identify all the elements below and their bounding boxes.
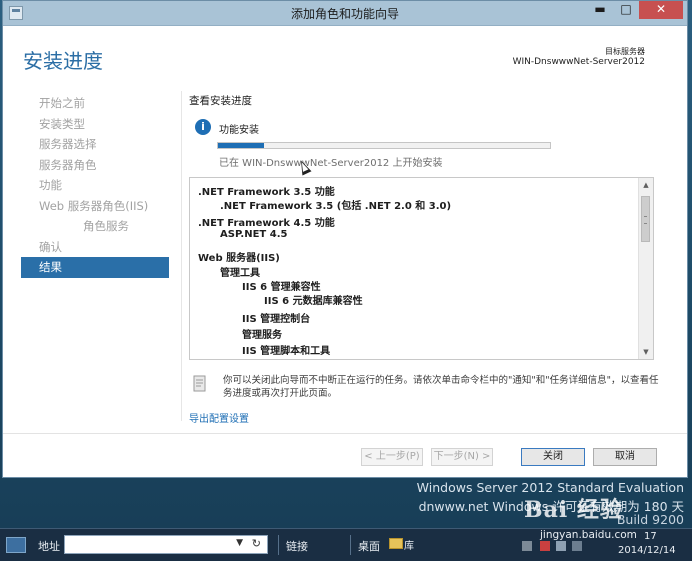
- baidu-jingyan-logo: Bai 经验: [524, 497, 623, 523]
- wizard-nav: 开始之前 安装类型 服务器选择 服务器角色 功能 Web 服务器角色(IIS) 角色服务 确认…: [21, 93, 169, 278]
- results-scrollbar[interactable]: ▲ ▼: [638, 178, 653, 359]
- nav-item[interactable]: Web 服务器角色(IIS): [21, 196, 169, 217]
- scroll-thumb[interactable]: [641, 196, 650, 242]
- tray-keyboard-icon[interactable]: [572, 541, 582, 551]
- taskbar-separator: [350, 535, 351, 555]
- result-item: ASP.NET 4.5: [220, 229, 288, 240]
- nav-item[interactable]: 安装类型: [21, 114, 169, 135]
- result-item: 管理工具: [220, 268, 260, 279]
- address-toolbar-label: 地址: [38, 540, 60, 553]
- wizard-window: 添加角色和功能向导 ▬ □ ✕ 安装进度 目标服务器 WIN-DnswwwNet…: [2, 0, 688, 478]
- folder-icon[interactable]: [389, 538, 403, 549]
- results-list[interactable]: ▲ ▼ .NET Framework 3.5 功能 .NET Framework …: [189, 177, 654, 360]
- tray-volume-icon[interactable]: [556, 541, 566, 551]
- close-window-button[interactable]: ✕: [639, 1, 683, 19]
- nav-item[interactable]: 服务器角色: [21, 155, 169, 176]
- progress-fill: [218, 143, 265, 148]
- clock-time[interactable]: 17: [644, 531, 657, 542]
- footer-divider: [3, 433, 687, 434]
- install-status-text: 已在 WIN-DnswwwNet-Server2012 上开始安装: [219, 158, 443, 169]
- desktop-watermark-build: Build 9200: [616, 512, 684, 527]
- page-title: 安装进度: [23, 49, 103, 73]
- install-progress-bar: [217, 142, 551, 149]
- close-button[interactable]: 关闭: [521, 448, 585, 466]
- desktop-toolbar-label[interactable]: 桌面: [358, 538, 380, 554]
- refresh-icon[interactable]: ↻: [252, 537, 261, 550]
- tray-network-icon[interactable]: [522, 541, 532, 551]
- nav-item[interactable]: 开始之前: [21, 93, 169, 114]
- scroll-down-icon[interactable]: ▼: [639, 345, 653, 359]
- result-item: IIS 管理控制台: [242, 314, 311, 325]
- info-icon: i: [195, 119, 211, 135]
- nav-divider: [181, 91, 182, 421]
- taskbar: 地址 ▼ ↻ 链接 桌面 库 jingyan.baidu.com 17 2014…: [0, 528, 692, 561]
- result-item: 管理服务: [242, 330, 282, 341]
- scroll-up-icon[interactable]: ▲: [639, 178, 653, 192]
- note-icon: [193, 375, 206, 392]
- nav-item[interactable]: 功能: [21, 175, 169, 196]
- clock-date[interactable]: 2014/12/14: [618, 545, 676, 556]
- result-item: IIS 6 管理兼容性: [242, 282, 321, 293]
- taskbar-separator: [278, 535, 279, 555]
- section-heading: 查看安装进度: [189, 95, 252, 107]
- nav-item[interactable]: 角色服务: [21, 216, 169, 237]
- library-label[interactable]: 库: [404, 537, 414, 552]
- window-title: 添加角色和功能向导: [290, 7, 399, 21]
- background-task-note: 你可以关闭此向导而不中断正在运行的任务。请依次单击命令栏中的"通知"和"任务详细…: [223, 375, 659, 399]
- chevron-down-icon[interactable]: ▼: [236, 538, 243, 548]
- result-item: .NET Framework 4.5 功能: [198, 218, 335, 229]
- export-config-link[interactable]: 导出配置设置: [189, 410, 249, 425]
- result-item: IIS 管理脚本和工具: [242, 346, 331, 357]
- minimize-button[interactable]: ▬: [587, 1, 613, 19]
- result-item: Web 服务器(IIS): [198, 253, 280, 264]
- title-bar[interactable]: 添加角色和功能向导 ▬ □ ✕: [3, 1, 687, 26]
- result-item: IIS 6 元数据库兼容性: [264, 296, 363, 307]
- destination-server-label: 目标服务器: [605, 47, 645, 56]
- previous-button[interactable]: < 上一步(P): [361, 448, 423, 466]
- nav-item[interactable]: 确认: [21, 237, 169, 258]
- feature-install-label: 功能安装: [219, 125, 259, 136]
- jingyan-url: jingyan.baidu.com: [540, 529, 637, 541]
- taskbar-app-icon[interactable]: [6, 537, 26, 553]
- tray-flag-icon[interactable]: [540, 541, 550, 551]
- cancel-button[interactable]: 取消: [593, 448, 657, 466]
- address-input[interactable]: ▼ ↻: [64, 535, 268, 554]
- result-item: .NET Framework 3.5 (包括 .NET 2.0 和 3.0): [220, 201, 452, 212]
- nav-item[interactable]: 服务器选择: [21, 134, 169, 155]
- next-button[interactable]: 下一步(N) >: [431, 448, 493, 466]
- result-item: .NET Framework 3.5 功能: [198, 187, 335, 198]
- links-toolbar-label[interactable]: 链接: [286, 538, 308, 554]
- maximize-button[interactable]: □: [613, 1, 639, 19]
- destination-server-name: WIN-DnswwwNet-Server2012: [512, 57, 645, 67]
- nav-item[interactable]: 结果: [21, 257, 169, 278]
